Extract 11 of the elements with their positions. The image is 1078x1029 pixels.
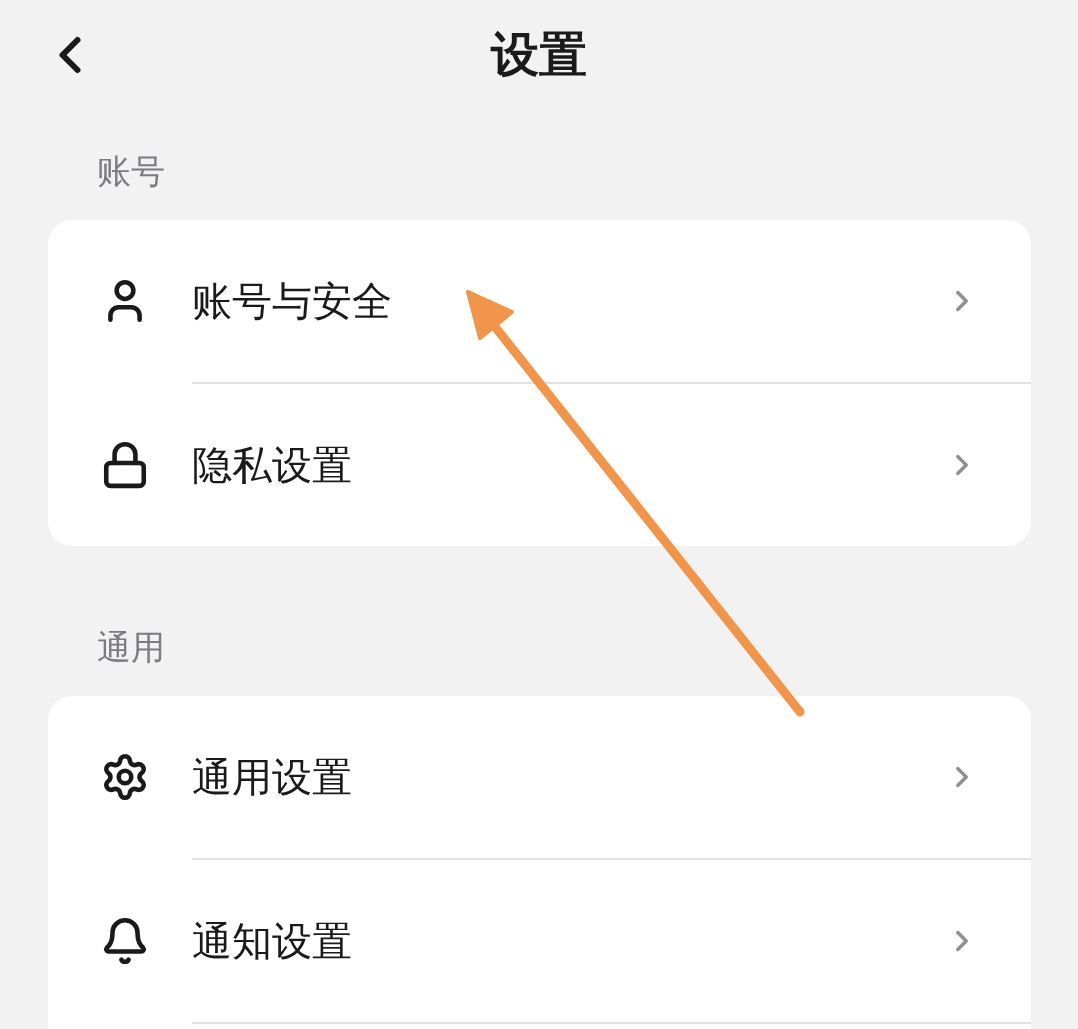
section-label: 账号 — [97, 150, 165, 193]
settings-row[interactable]: 通用设置 — [48, 696, 1031, 858]
section-label: 通用 — [97, 626, 165, 669]
page-title: 设置 — [491, 25, 587, 84]
settings-row[interactable]: 账号与安全 — [48, 220, 1031, 382]
settings-row[interactable]: 通知设置 — [48, 860, 1031, 1022]
row-label: 隐私设置 — [192, 440, 353, 490]
row-label: 通知设置 — [192, 916, 353, 966]
row-label: 通用设置 — [192, 752, 353, 802]
row-label: 账号与安全 — [192, 276, 393, 326]
settings-row[interactable]: 隐私设置 — [48, 384, 1031, 546]
